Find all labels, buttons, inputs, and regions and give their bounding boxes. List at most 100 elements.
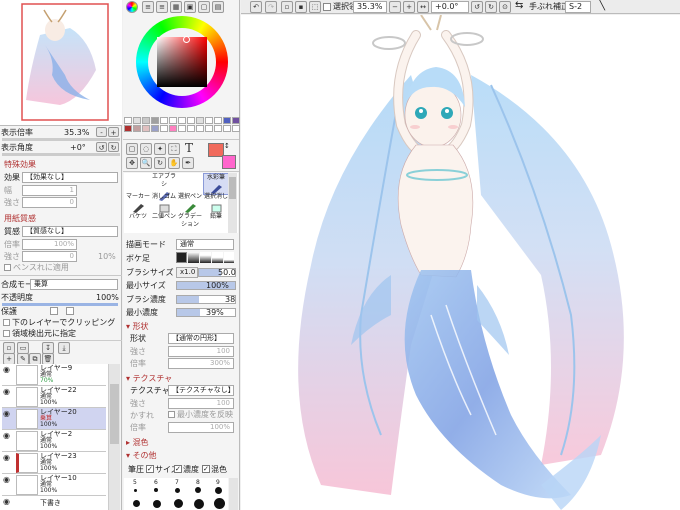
zoom-reset-icon[interactable]: ↔: [417, 1, 429, 13]
palette-swatch[interactable]: [133, 117, 141, 124]
opacity-slider[interactable]: [2, 303, 118, 306]
layer-row[interactable]: ◉ 下書き: [2, 496, 106, 510]
visibility-icon[interactable]: ◉: [3, 497, 13, 506]
eyedropper-icon[interactable]: ✒: [182, 157, 194, 169]
color-palette[interactable]: [124, 117, 249, 137]
rotate-reset-icon[interactable]: ⊙: [499, 1, 511, 13]
pressure-mix-checkbox[interactable]: ✓: [202, 465, 210, 473]
canvas-area[interactable]: [241, 15, 680, 510]
redo-icon[interactable]: ↷: [265, 1, 277, 13]
palette-swatch[interactable]: [205, 117, 213, 124]
hsv-slider-tab-icon[interactable]: ≡: [156, 1, 168, 13]
palette-swatch[interactable]: [142, 125, 150, 132]
zoom-in-icon[interactable]: +: [403, 1, 415, 13]
bucket-icon[interactable]: ⛶: [168, 143, 180, 155]
palette-swatch[interactable]: [232, 125, 240, 132]
flip-icon[interactable]: ⇆: [515, 1, 523, 11]
layer-row[interactable]: ◉ レイヤー10 通常 100%: [2, 474, 106, 496]
pressure-size-checkbox[interactable]: ✓: [146, 465, 154, 473]
palette-swatch[interactable]: [187, 125, 195, 132]
palette-swatch[interactable]: [151, 125, 159, 132]
palette-swatch[interactable]: [160, 125, 168, 132]
shape-strength-field[interactable]: 100: [168, 346, 234, 357]
eraser-tool[interactable]: 消しゴム: [151, 193, 177, 215]
line-icon[interactable]: ╲: [599, 1, 605, 11]
rotate-cw-icon[interactable]: ↻: [485, 1, 497, 13]
palette-swatch[interactable]: [160, 117, 168, 124]
effect-width-field[interactable]: 1: [22, 185, 77, 196]
visibility-icon[interactable]: ◉: [3, 453, 13, 462]
binary-pen-tool[interactable]: 二値ペン: [151, 213, 177, 235]
palette-swatch[interactable]: [169, 117, 177, 124]
texture-section-title[interactable]: ▾ テクスチャ: [126, 374, 172, 384]
brush-size-mult[interactable]: x1.0: [176, 267, 198, 278]
brush-panel-scrollbar[interactable]: [229, 478, 238, 510]
invert-select-icon[interactable]: ▪: [295, 1, 307, 13]
layer-row[interactable]: ◉ レイヤー22 通常 100%: [2, 386, 106, 408]
visibility-icon[interactable]: ◉: [3, 475, 13, 484]
zoom-out-icon[interactable]: −: [389, 1, 401, 13]
layer-row[interactable]: ◉ レイヤー2 通常 100%: [2, 430, 106, 452]
rect-select-icon[interactable]: ▢: [126, 143, 138, 155]
effect-select[interactable]: 【効果なし】: [22, 172, 118, 183]
clip-checkbox[interactable]: [3, 319, 10, 326]
palette-swatch[interactable]: [223, 125, 231, 132]
palette-swatch[interactable]: [142, 117, 150, 124]
palette-swatch[interactable]: [205, 125, 213, 132]
paper-texture-select[interactable]: 【質感なし】: [22, 226, 118, 237]
paper-apply-checkbox[interactable]: [4, 264, 11, 271]
palette-swatch[interactable]: [178, 125, 186, 132]
background-color-swatch[interactable]: [222, 155, 236, 169]
text-icon[interactable]: T: [182, 142, 196, 156]
shape-scale-field[interactable]: 300%: [168, 358, 234, 369]
visibility-icon[interactable]: ◉: [3, 409, 13, 418]
airbrush-tool[interactable]: エアブラシ: [151, 173, 177, 201]
select-eraser-tool[interactable]: 選択消し: [203, 193, 229, 215]
palette-swatch[interactable]: [124, 117, 132, 124]
visibility-icon[interactable]: ◉: [3, 365, 13, 374]
layer-row-selected[interactable]: ◉ レイヤー20 乗算 100%: [2, 408, 106, 430]
magic-wand-icon[interactable]: ✦: [154, 143, 166, 155]
palette-swatch[interactable]: [196, 125, 204, 132]
stabilizer-select[interactable]: S-2: [565, 1, 591, 13]
move-icon[interactable]: ✥: [126, 157, 138, 169]
tex-scale-field[interactable]: 100%: [168, 422, 234, 433]
toolbar-angle-field[interactable]: +0.0°: [431, 1, 469, 13]
protect-lock-checkbox[interactable]: [50, 307, 58, 315]
layer-list-scrollbar[interactable]: [108, 364, 120, 510]
swatch-tab-icon[interactable]: ▦: [170, 1, 182, 13]
selection-checkbox[interactable]: [323, 3, 331, 11]
rotate-ccw-icon[interactable]: ↺: [471, 1, 483, 13]
palette-swatch[interactable]: [133, 125, 141, 132]
layer-row[interactable]: ◉ レイヤー9 通常 70%: [2, 364, 106, 386]
draw-mode-select[interactable]: 通常: [176, 239, 234, 250]
color-wheel-tab-icon[interactable]: [126, 1, 138, 13]
merge-down-icon[interactable]: ⤓: [58, 342, 70, 354]
zoom-down-button[interactable]: -: [96, 127, 107, 137]
blur-shape-buttons[interactable]: [176, 252, 234, 263]
scratch-tab-icon[interactable]: ▢: [198, 1, 210, 13]
swap-colors-icon[interactable]: ↕: [224, 141, 230, 151]
rgb-slider-tab-icon[interactable]: ≡: [142, 1, 154, 13]
select-icon[interactable]: ⬚: [309, 1, 321, 13]
navigator-thumbnail[interactable]: [0, 0, 122, 126]
color-wheel[interactable]: [136, 16, 228, 108]
palette-swatch[interactable]: [196, 117, 204, 124]
zoom-icon[interactable]: 🔍: [140, 157, 152, 169]
color-square[interactable]: [157, 37, 207, 87]
tex-invert-checkbox[interactable]: [168, 411, 175, 418]
angle-slider[interactable]: [2, 153, 120, 156]
palette-swatch[interactable]: [151, 117, 159, 124]
palette-swatch[interactable]: [232, 117, 240, 124]
palette-swatch[interactable]: [169, 125, 177, 132]
tool-grid-scrollbar[interactable]: [228, 173, 237, 233]
shape-section-title[interactable]: ▾ 形状: [126, 322, 149, 332]
palette-swatch[interactable]: [187, 117, 195, 124]
watercolor-tool[interactable]: 水彩筆: [203, 173, 229, 195]
mix-tab-icon[interactable]: ▣: [184, 1, 196, 13]
bucket-tool[interactable]: バケツ: [125, 213, 151, 235]
zoom-up-button[interactable]: +: [108, 127, 119, 137]
layer-row[interactable]: ◉ レイヤー23 通常 100%: [2, 452, 106, 474]
palette-swatch[interactable]: [214, 117, 222, 124]
palette-swatch[interactable]: [214, 125, 222, 132]
